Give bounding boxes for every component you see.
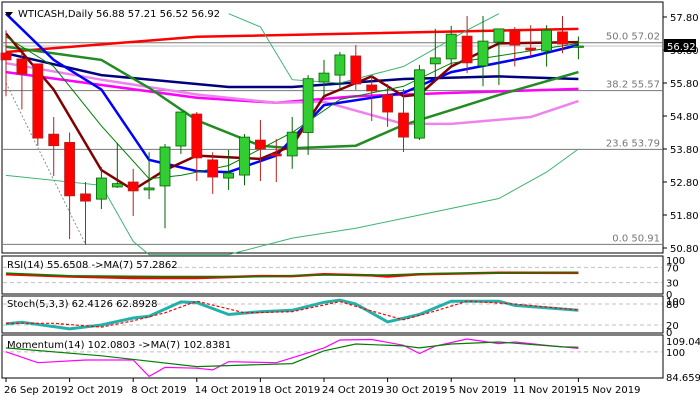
bullish-candle [413,64,425,141]
candle-body [382,94,394,113]
indicator-axis-label: 70 [666,263,679,274]
candle-body [286,131,298,157]
date-axis-label: 14 Oct 2019 [195,385,257,396]
candle-body [143,187,155,191]
ohlc-readout: 56.88 57.21 56.52 56.92 [96,9,220,20]
bearish-candle [32,63,44,146]
candle-body [223,172,235,179]
price-axis-label: 50.80 [670,244,699,255]
candle-body [445,33,457,60]
date-axis-label: 2 Oct 2019 [68,385,123,396]
date-axis-label: 11 Nov 2019 [513,385,577,396]
indicator-axis-label: 100 [666,348,685,359]
fib-level-label: 50.0 57.02 [606,32,660,43]
candle-body [509,30,521,46]
momentum-title: Momentum(14) 102.0803 ->MA(7) 102.8381 [7,340,231,351]
price-axis-label: 53.80 [670,145,699,156]
candle-body [573,45,584,48]
price-axis-label: 54.80 [670,112,699,123]
candle-body [48,133,60,147]
candle-body [16,58,28,75]
candle-body [64,141,75,197]
candle-body [302,78,314,133]
date-axis-label: 8 Oct 2019 [131,385,186,396]
date-axis-label: 26 Sep 2019 [4,385,67,396]
current-price-box: 56.92 [664,39,696,53]
current-price-label: 56.92 [667,42,696,53]
date-axis-label: 30 Oct 2019 [386,385,448,396]
candle-body [127,181,139,192]
candle-body [493,28,505,43]
candle-body [175,111,187,147]
fib-level-label: 23.6 53.79 [606,138,660,149]
price-axis-label: 51.80 [670,211,699,222]
date-axis-label: 18 Oct 2019 [258,385,320,396]
candle-body [96,177,107,200]
candle-body [334,54,346,76]
price-axis-label: 57.80 [670,13,699,24]
candle-body [429,57,441,65]
candle-body [477,40,489,67]
candle-body [239,136,250,176]
price-axis-label: 55.80 [670,79,699,90]
candle-body [557,31,568,45]
price-axis-label: 52.80 [670,178,699,189]
indicator-axis-label: 30 [666,279,679,290]
candle-body [191,113,203,159]
candle-body [111,183,123,188]
date-axis-label: 15 Nov 2019 [576,385,640,396]
stoch-title: Stoch(5,3,3) 62.4126 62.8928 [7,299,158,310]
fib-level-label: 0.0 50.91 [612,233,660,244]
indicator-axis-label: 109.0428 [666,337,700,348]
indicator-axis-label: 80 [666,300,679,311]
chart-title: WTICASH,Daily [18,9,93,20]
candle-body [80,193,91,202]
candle-body [207,159,219,178]
candle-body [350,55,362,85]
fib-level-label: 38.2 55.57 [606,80,660,91]
candle-body [254,139,266,150]
candle-body [525,47,537,51]
candle-body [398,112,409,138]
date-axis-label: 24 Oct 2019 [322,385,384,396]
candle-body [541,29,552,52]
candle-body [159,146,171,187]
date-axis-label: 5 Nov 2019 [449,385,507,396]
candle-body [32,63,44,139]
candle-body [0,52,12,61]
candle-body [318,72,330,83]
candle-body [413,69,425,139]
candle-body [366,84,378,92]
indicator-axis-label: 84.6592 [666,373,700,384]
candle-body [461,35,473,64]
rsi-title: RSI(14) 55.6508 ->MA(7) 57.2862 [7,260,178,271]
trading-chart: 50.0 57.0238.2 55.5723.6 53.790.0 50.91 … [0,1,700,396]
candle-body [270,153,282,157]
